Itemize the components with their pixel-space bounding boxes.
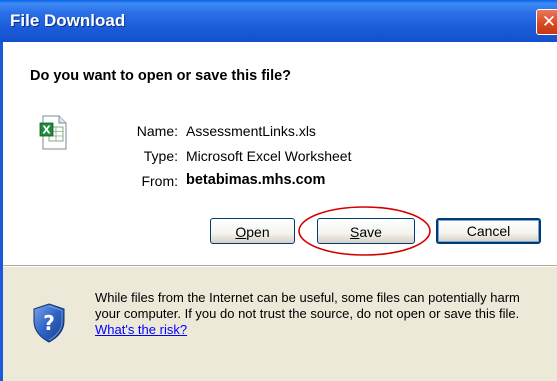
warning-text: While files from the Internet can be use…: [95, 290, 520, 321]
file-source-value: betabimas.mhs.com: [186, 172, 326, 188]
open-mnemonic: O: [235, 224, 247, 240]
window-title: File Download: [10, 11, 126, 30]
security-shield-icon: ?: [33, 303, 65, 343]
svg-text:?: ?: [43, 311, 55, 335]
close-icon: ✕: [541, 12, 557, 32]
name-label: Name:: [136, 123, 178, 139]
title-bar[interactable]: File Download ✕: [0, 0, 557, 42]
cancel-label: Cancel: [466, 223, 511, 239]
excel-file-icon: X: [39, 115, 67, 150]
file-name-value: AssessmentLinks.xls: [186, 123, 316, 139]
file-download-dialog: File Download ✕ Do you want to open or s…: [0, 0, 557, 381]
cancel-button[interactable]: Cancel: [436, 218, 541, 244]
dialog-question: Do you want to open or save this file?: [30, 68, 292, 84]
open-label-rest: pen: [246, 224, 270, 240]
type-label: Type:: [143, 148, 178, 164]
section-divider-highlight: [3, 266, 557, 267]
whats-the-risk-link[interactable]: What's the risk?: [95, 322, 187, 337]
svg-text:X: X: [42, 124, 51, 137]
from-label: From:: [141, 173, 178, 189]
close-button[interactable]: ✕: [536, 9, 557, 35]
open-button[interactable]: Open: [210, 218, 295, 244]
file-type-value: Microsoft Excel Worksheet: [186, 148, 352, 164]
window-left-border: [0, 42, 3, 381]
security-warning: While files from the Internet can be use…: [95, 290, 545, 338]
save-highlight-ellipse: [298, 206, 431, 256]
